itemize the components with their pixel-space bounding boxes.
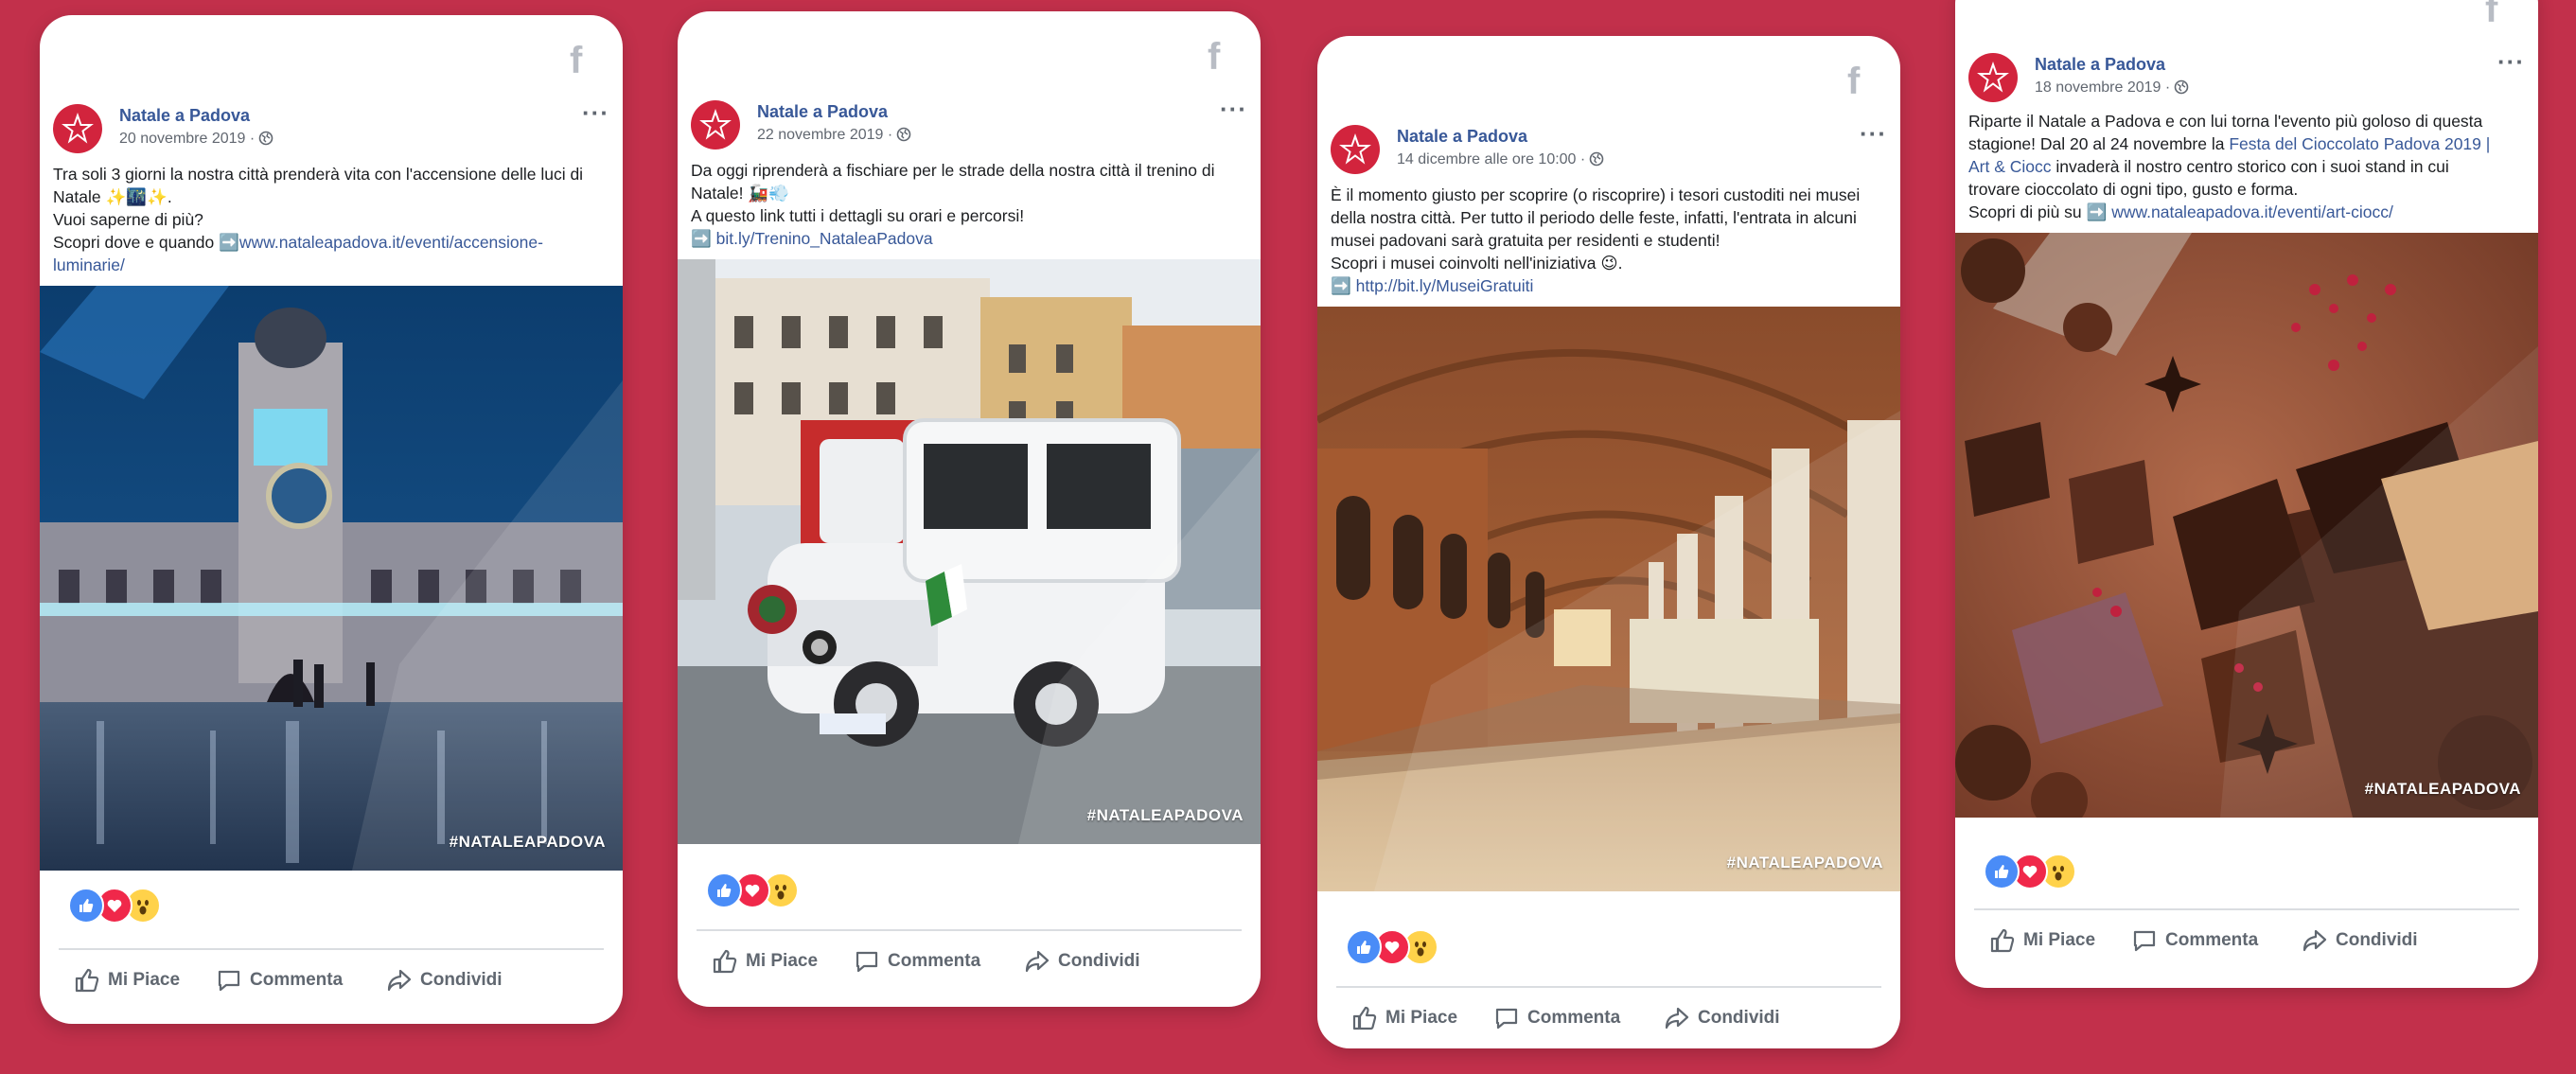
like-button[interactable]: Mi Piace [1989,927,2095,954]
chocolate-photo [1955,233,2538,818]
facebook-icon: f [2485,0,2498,30]
post-link[interactable]: bit.ly/Trenino_NataleaPadova [716,229,933,248]
post-link[interactable]: http://bit.ly/MuseiGratuiti [1356,276,1534,295]
more-options-icon[interactable]: ··· [582,100,609,125]
share-icon [1025,950,1050,973]
page-avatar[interactable] [1331,125,1380,174]
star-logo-icon [1339,133,1371,165]
comment-button[interactable]: Commenta [2131,927,2258,954]
share-icon [387,969,412,992]
page-avatar[interactable] [691,100,740,150]
globe-icon [896,127,911,142]
post-card-2: f Natale a Padova 22 novembre 2019 · ···… [678,11,1261,1007]
post-date[interactable]: 14 dicembre alle ore 10:00 · [1397,151,1604,168]
comment-button[interactable]: Commenta [1493,1005,1620,1031]
hashtag-watermark: #NATALEAPADOVA [2364,780,2521,798]
like-button[interactable]: Mi Piace [712,948,818,975]
more-options-icon[interactable]: ··· [2497,49,2525,74]
comment-icon [1495,1008,1518,1030]
page-name[interactable]: Natale a Padova [2035,55,2165,75]
post-header: Natale a Padova 20 novembre 2019 · ··· [53,100,609,161]
hashtag-watermark: #NATALEAPADOVA [1086,806,1244,824]
event-link-cont[interactable]: Art & Ciocc [1968,157,2052,176]
post-date[interactable]: 22 novembre 2019 · [757,127,911,144]
facebook-icon: f [1847,61,1861,102]
like-reaction-icon [706,872,742,908]
star-logo-icon [699,109,732,140]
like-reaction-icon [1346,929,1382,965]
like-reaction-icon [68,888,104,924]
divider [1974,908,2519,910]
share-icon [1665,1007,1689,1030]
page-name[interactable]: Natale a Padova [1397,127,1527,147]
hashtag-watermark: #NATALEAPADOVA [1726,854,1883,872]
post-header: Natale a Padova 22 novembre 2019 · ··· [691,97,1247,157]
page-avatar[interactable] [53,104,102,153]
globe-icon [1589,151,1604,167]
clock-tower-photo [40,286,623,871]
post-text: Tra soli 3 giorni la nostra città prende… [53,163,609,276]
comment-icon [2133,930,2156,952]
more-options-icon[interactable]: ··· [1860,121,1887,146]
share-button[interactable]: Condividi [2302,927,2418,954]
post-actions: Mi Piace Commenta Condividi [74,967,604,1005]
post-text: Da oggi riprenderà a fischiare per le st… [691,161,1215,248]
page-name[interactable]: Natale a Padova [757,102,888,122]
star-logo-icon [62,113,94,144]
post-link[interactable]: www.nataleapadova.it/eventi/art-ciocc/ [2111,202,2393,221]
post-actions: Mi Piace Commenta Condividi [712,948,1242,986]
facebook-icon: f [1208,36,1221,78]
thumbs-up-icon [1352,1006,1377,1030]
star-logo-icon [1977,62,2009,93]
page-name[interactable]: Natale a Padova [119,106,250,126]
like-reaction-icon [1984,854,2020,889]
post-photo-christmas-train[interactable]: #NATALEAPADOVA [678,259,1261,844]
post-card-1: f Natale a Padova 20 novembre 2019 · ···… [40,15,623,1024]
post-actions: Mi Piace Commenta Condividi [1989,927,2519,965]
thumbs-up-icon [75,968,99,993]
comment-button[interactable]: Commenta [216,967,343,994]
share-button[interactable]: Condividi [1664,1005,1780,1031]
post-date[interactable]: 18 novembre 2019 · [2035,79,2189,97]
christmas-train-photo [678,259,1261,844]
globe-icon [258,131,273,146]
post-link[interactable]: www.nataleapadova.it/eventi/accensione- [239,233,543,252]
hashtag-watermark: #NATALEAPADOVA [449,833,606,851]
post-actions: Mi Piace Commenta Condividi [1351,1005,1881,1043]
divider [59,948,604,950]
page-avatar[interactable] [1968,53,2018,102]
divider [697,929,1242,931]
thumbs-up-icon [713,949,737,974]
like-button[interactable]: Mi Piace [1351,1005,1457,1031]
post-photo-chocolate[interactable]: #NATALEAPADOVA [1955,233,2538,818]
comment-icon [218,970,240,992]
globe-icon [2174,79,2189,95]
divider [1336,986,1881,988]
facebook-icon: f [570,40,583,81]
post-text: Riparte il Natale a Padova e con lui tor… [1968,112,2491,221]
event-link[interactable]: Festa del Cioccolato Padova 2019 | [2229,134,2490,153]
like-button[interactable]: Mi Piace [74,967,180,994]
post-date[interactable]: 20 novembre 2019 · [119,131,273,148]
museum-arcade-photo [1317,307,1900,891]
comment-icon [856,951,878,973]
share-button[interactable]: Condividi [386,967,503,994]
share-icon [2303,929,2327,952]
thumbs-up-icon [1990,928,2015,953]
comment-button[interactable]: Commenta [854,948,980,975]
post-photo-museum-arcade[interactable]: #NATALEAPADOVA [1317,307,1900,891]
post-header: Natale a Padova 14 dicembre alle ore 10:… [1331,121,1887,182]
more-options-icon[interactable]: ··· [1220,97,1247,121]
post-link-cont[interactable]: luminarie/ [53,254,609,276]
post-text: È il momento giusto per scoprire (o risc… [1331,185,1861,295]
post-header: Natale a Padova 18 novembre 2019 · ··· [1968,49,2525,110]
post-photo-clock-tower[interactable]: #NATALEAPADOVA [40,286,623,871]
post-card-4: f Natale a Padova 18 novembre 2019 · ···… [1955,0,2538,988]
share-button[interactable]: Condividi [1024,948,1140,975]
post-card-3: f Natale a Padova 14 dicembre alle ore 1… [1317,36,1900,1048]
